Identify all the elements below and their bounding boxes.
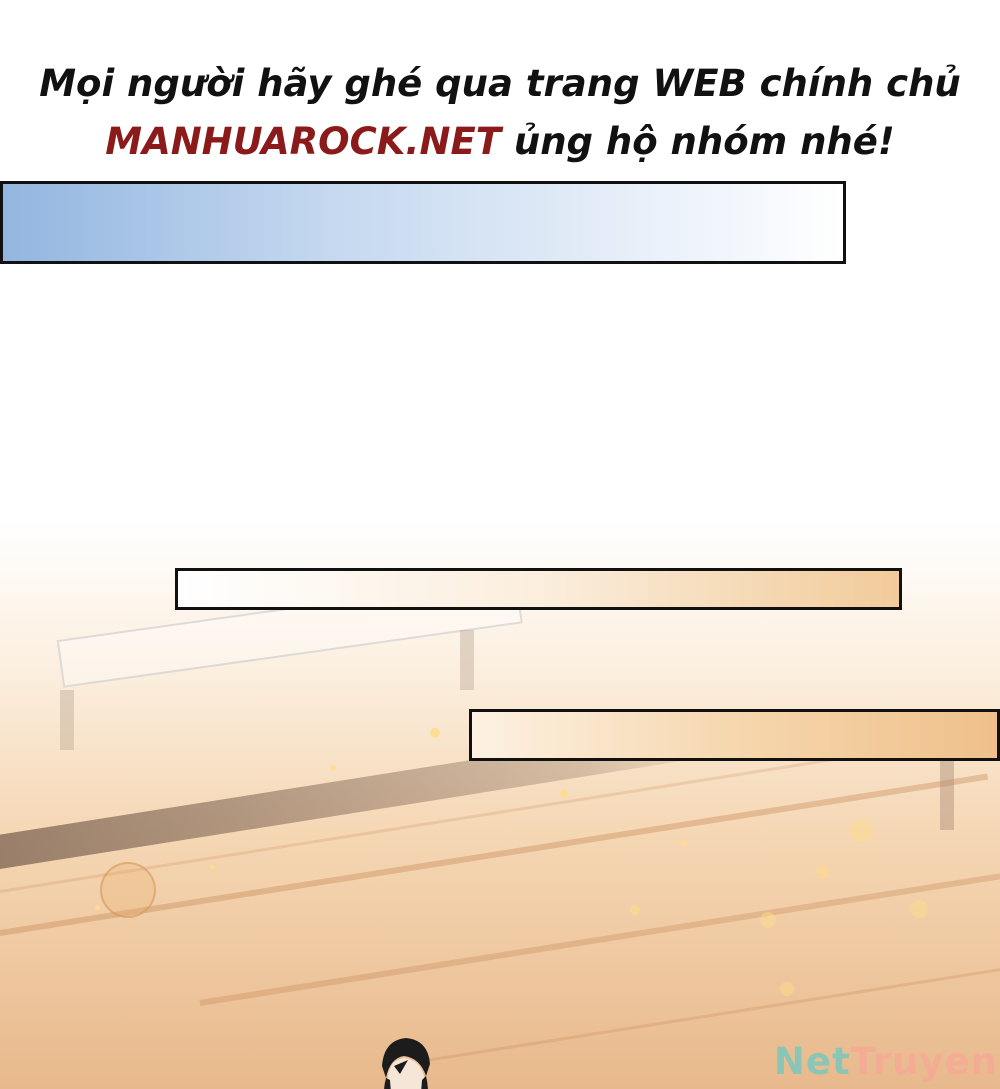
comic-page: Mọi người hãy ghé qua trang WEB chính ch…: [0, 0, 1000, 1089]
sparkle: [560, 790, 568, 798]
bench-leg: [60, 690, 74, 750]
sparkle: [910, 900, 928, 918]
watermark-part-1: Net: [773, 1040, 851, 1083]
sparkle: [95, 905, 100, 910]
bench-leg: [460, 630, 474, 690]
sparkle: [210, 865, 215, 870]
caption-box-orange: [469, 709, 1000, 761]
caption-box-orange: [175, 568, 902, 610]
sparkle: [630, 905, 640, 915]
sparkle: [430, 728, 440, 738]
sparkle: [760, 912, 776, 928]
watermark-part-2: Truyen: [850, 1040, 998, 1083]
sparkle: [850, 820, 872, 842]
group-notice: Mọi người hãy ghé qua trang WEB chính ch…: [0, 55, 1000, 171]
site-watermark: NetTruyen: [774, 1040, 998, 1083]
notice-line-1: Mọi người hãy ghé qua trang WEB chính ch…: [39, 62, 961, 105]
website-brand-link[interactable]: MANHUAROCK.NET: [105, 120, 501, 163]
notice-line-2: MANHUAROCK.NET ủng hộ nhóm nhé!: [0, 113, 1000, 171]
character-head: [382, 1038, 430, 1089]
sparkle: [815, 865, 829, 879]
light-flare: [100, 862, 156, 918]
bench-leg: [940, 760, 954, 830]
notice-line-2-text: ủng hộ nhóm nhé!: [500, 120, 895, 163]
sparkle: [330, 765, 336, 771]
sparkle: [780, 982, 794, 996]
caption-box-blue: [0, 181, 846, 264]
sparkle: [680, 840, 686, 846]
